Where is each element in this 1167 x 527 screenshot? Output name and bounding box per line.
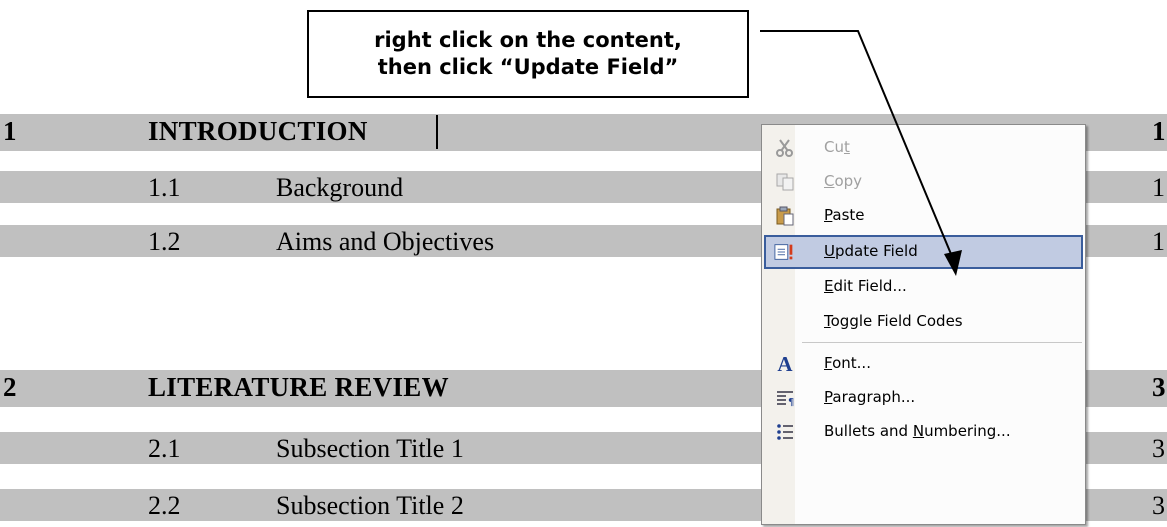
toc-number: 1.1 bbox=[148, 173, 181, 202]
toc-page-number: 3 bbox=[1152, 372, 1166, 402]
toc-title: INTRODUCTION bbox=[148, 116, 368, 146]
menu-item-label: Paragraph... bbox=[824, 388, 916, 406]
toc-page-number: 1 bbox=[1152, 173, 1165, 202]
menu-item-label: Toggle Field Codes bbox=[824, 312, 963, 330]
toc-number: 2 bbox=[3, 372, 17, 402]
toc-number: 1 bbox=[3, 116, 17, 146]
svg-text:¶: ¶ bbox=[788, 397, 794, 408]
toc-title: Subsection Title 1 bbox=[276, 434, 464, 463]
update-field-icon bbox=[774, 241, 796, 263]
text-cursor bbox=[436, 115, 438, 149]
menu-item-label: Copy bbox=[824, 172, 863, 190]
context-menu: Cut Copy Paste Update Field Edit Field..… bbox=[761, 124, 1086, 525]
menu-item-bullets-and-numbering[interactable]: Bullets and Numbering... bbox=[764, 415, 1083, 449]
menu-item-paragraph[interactable]: ¶ Paragraph... bbox=[764, 381, 1083, 415]
toc-number: 1.2 bbox=[148, 227, 181, 256]
menu-item-update-field[interactable]: Update Field bbox=[764, 235, 1083, 269]
toc-page-number: 3 bbox=[1152, 434, 1165, 463]
callout-line-1: right click on the content, bbox=[374, 28, 682, 52]
toc-page-number: 1 bbox=[1152, 116, 1166, 146]
toc-title: Aims and Objectives bbox=[276, 227, 495, 256]
instruction-callout: right click on the content, then click “… bbox=[307, 10, 749, 98]
menu-item-label: Paste bbox=[824, 206, 865, 224]
font-icon: A bbox=[777, 351, 793, 376]
menu-item-label: Edit Field... bbox=[824, 277, 907, 295]
menu-item-label: Update Field bbox=[824, 242, 918, 260]
toc-title: Background bbox=[276, 173, 404, 202]
toc-title: LITERATURE REVIEW bbox=[148, 372, 449, 402]
copy-icon bbox=[774, 171, 796, 193]
bullets-icon bbox=[774, 421, 796, 443]
paragraph-icon: ¶ bbox=[774, 387, 796, 409]
toc-number: 2.2 bbox=[148, 491, 181, 520]
menu-separator bbox=[802, 342, 1082, 343]
toc-page-number: 1 bbox=[1152, 227, 1165, 256]
menu-item-label: Cut bbox=[824, 138, 850, 156]
menu-item-font[interactable]: A Font... bbox=[764, 347, 1083, 381]
menu-item-copy[interactable]: Copy bbox=[764, 165, 1083, 199]
menu-item-cut[interactable]: Cut bbox=[764, 131, 1083, 165]
toc-number: 2.1 bbox=[148, 434, 181, 463]
menu-item-paste[interactable]: Paste bbox=[764, 199, 1083, 233]
menu-item-label: Bullets and Numbering... bbox=[824, 422, 1011, 440]
menu-item-edit-field[interactable]: Edit Field... bbox=[764, 270, 1083, 304]
toc-page-number: 3 bbox=[1152, 491, 1165, 520]
paste-icon bbox=[774, 205, 796, 227]
callout-line-2: then click “Update Field” bbox=[377, 55, 679, 79]
menu-item-toggle-field-codes[interactable]: Toggle Field Codes bbox=[764, 305, 1083, 339]
toc-title: Subsection Title 2 bbox=[276, 491, 464, 520]
menu-item-label: Font... bbox=[824, 354, 871, 372]
scissors-icon bbox=[774, 137, 796, 159]
